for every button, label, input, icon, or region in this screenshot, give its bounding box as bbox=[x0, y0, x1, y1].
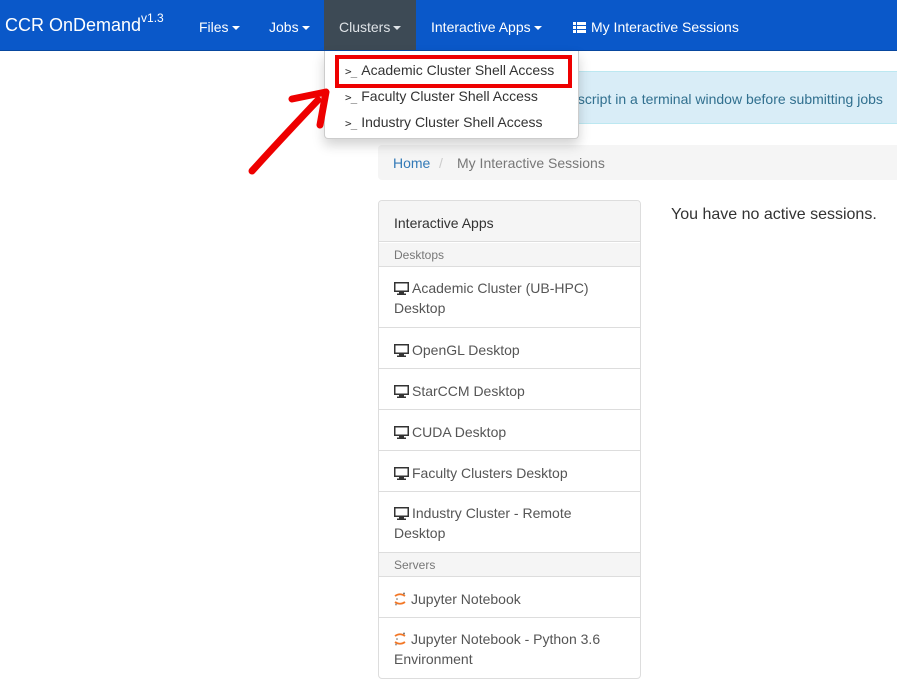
list-icon bbox=[573, 22, 586, 33]
nav-my-interactive-sessions-label: My Interactive Sessions bbox=[591, 19, 739, 35]
app-label: OpenGL Desktop bbox=[412, 342, 520, 358]
jupyter-icon bbox=[394, 632, 406, 646]
breadcrumb-separator: / bbox=[439, 155, 443, 171]
monitor-icon bbox=[394, 467, 409, 480]
annotation-arrow-icon bbox=[248, 88, 330, 175]
app-label: StarCCM Desktop bbox=[412, 383, 525, 399]
menu-item-label: Faculty Cluster Shell Access bbox=[361, 88, 538, 104]
caret-down-icon bbox=[393, 26, 402, 31]
breadcrumb: Home / My Interactive Sessions bbox=[378, 145, 897, 180]
app-jupyter-notebook[interactable]: Jupyter Notebook bbox=[379, 577, 640, 618]
no-sessions-message: You have no active sessions. bbox=[671, 206, 877, 223]
nav-clusters-label: Clusters bbox=[339, 19, 391, 35]
nav-jobs[interactable]: Jobs bbox=[269, 0, 310, 50]
nav-files[interactable]: Files bbox=[199, 0, 240, 50]
app-label: Jupyter Notebook bbox=[411, 591, 521, 607]
nav-files-label: Files bbox=[199, 19, 229, 35]
app-faculty-clusters-desktop[interactable]: Faculty Clusters Desktop bbox=[379, 451, 640, 492]
breadcrumb-current: My Interactive Sessions bbox=[457, 155, 605, 171]
app-label: CUDA Desktop bbox=[412, 424, 507, 440]
monitor-icon bbox=[394, 426, 409, 439]
annotation-highlight-box bbox=[335, 55, 572, 88]
app-label: Industry Cluster - Remote Desktop bbox=[394, 505, 572, 541]
caret-down-icon bbox=[231, 26, 240, 31]
brand-name: CCR OnDemand bbox=[5, 15, 142, 35]
nav-clusters[interactable]: Clusters bbox=[324, 0, 416, 50]
nav-jobs-label: Jobs bbox=[269, 19, 299, 35]
panel-heading: Interactive Apps bbox=[379, 201, 640, 242]
monitor-icon bbox=[394, 385, 409, 398]
jupyter-icon bbox=[394, 592, 406, 606]
app-label: Academic Cluster (UB-HPC) Desktop bbox=[394, 280, 589, 316]
menu-item-label: Industry Cluster Shell Access bbox=[361, 114, 543, 130]
nav-interactive-apps[interactable]: Interactive Apps bbox=[431, 0, 542, 50]
brand-logo[interactable]: CCR OnDemandv1.3 bbox=[5, 11, 164, 36]
nav-my-interactive-sessions[interactable]: My Interactive Sessions bbox=[573, 0, 739, 50]
app-academic-cluster-desktop[interactable]: Academic Cluster (UB-HPC) Desktop bbox=[379, 267, 640, 328]
alert-text: s script in a terminal window before sub… bbox=[567, 91, 883, 107]
nav-interactive-apps-label: Interactive Apps bbox=[431, 19, 531, 35]
menu-item-industry-shell[interactable]: >_ Industry Cluster Shell Access bbox=[325, 110, 578, 134]
terminal-icon: >_ bbox=[345, 91, 357, 104]
caret-down-icon bbox=[533, 26, 542, 31]
app-jupyter-notebook-python36[interactable]: Jupyter Notebook - Python 3.6 Environmen… bbox=[379, 618, 640, 678]
terminal-icon: >_ bbox=[345, 117, 357, 130]
monitor-icon bbox=[394, 507, 409, 520]
app-label: Jupyter Notebook - Python 3.6 Environmen… bbox=[394, 631, 601, 667]
app-cuda-desktop[interactable]: CUDA Desktop bbox=[379, 410, 640, 451]
caret-down-icon bbox=[301, 26, 310, 31]
interactive-apps-panel: Interactive Apps Desktops Academic Clust… bbox=[378, 200, 641, 679]
app-starccm-desktop[interactable]: StarCCM Desktop bbox=[379, 369, 640, 410]
monitor-icon bbox=[394, 344, 409, 357]
panel-title: Interactive Apps bbox=[394, 215, 494, 231]
brand-version: v1.3 bbox=[141, 11, 164, 25]
monitor-icon bbox=[394, 282, 409, 295]
app-opengl-desktop[interactable]: OpenGL Desktop bbox=[379, 328, 640, 369]
app-industry-cluster-remote-desktop[interactable]: Industry Cluster - Remote Desktop bbox=[379, 492, 640, 553]
group-header-desktops: Desktops bbox=[379, 243, 640, 267]
group-header-servers: Servers bbox=[379, 553, 640, 577]
breadcrumb-home-link[interactable]: Home bbox=[393, 155, 430, 171]
top-navbar: CCR OnDemandv1.3 Files Jobs Clusters Int… bbox=[0, 0, 897, 51]
app-label: Faculty Clusters Desktop bbox=[412, 465, 568, 481]
